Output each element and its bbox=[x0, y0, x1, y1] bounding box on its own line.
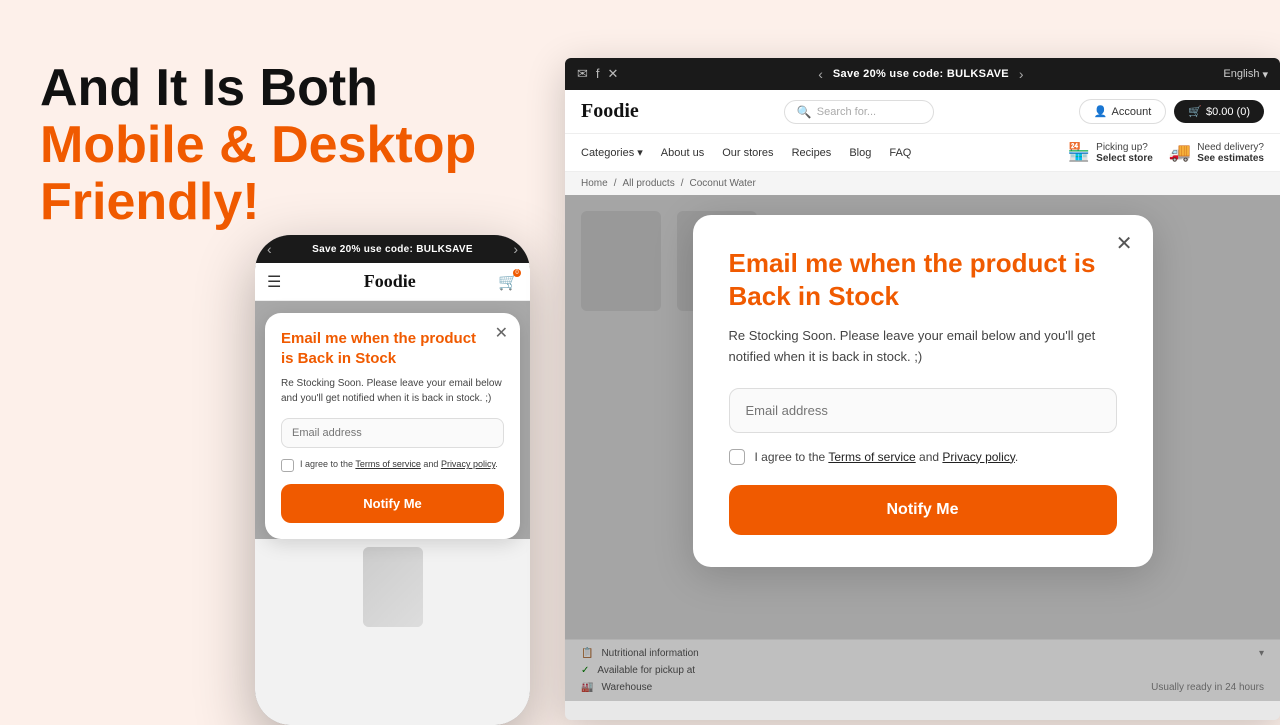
phone-modal: ✕ Email me when the product is Back in S… bbox=[265, 313, 520, 539]
facebook-icon: f bbox=[596, 66, 600, 82]
desktop-search-placeholder: Search for... bbox=[817, 106, 876, 118]
nav-recipes[interactable]: Recipes bbox=[792, 147, 832, 159]
nav-about-us[interactable]: About us bbox=[661, 147, 704, 159]
phone-notify-button[interactable]: Notify Me bbox=[281, 484, 504, 523]
desktop-modal-title: Email me when the product is Back in Sto… bbox=[729, 247, 1117, 312]
desktop-cart-icon: 🛒 bbox=[1188, 105, 1202, 118]
search-icon: 🔍 bbox=[797, 105, 812, 119]
phone-arrow-left[interactable]: ‹ bbox=[267, 241, 272, 257]
phone-modal-title: Email me when the product is Back in Sto… bbox=[281, 329, 504, 368]
desktop-mockup: ✉ f ✕ ‹ Save 20% use code: BULKSAVE › En… bbox=[565, 58, 1280, 720]
desktop-modal-description: Re Stocking Soon. Please leave your emai… bbox=[729, 326, 1117, 368]
mobile-mockup: ‹ Save 20% use code: BULKSAVE › ☰ Foodie… bbox=[255, 235, 530, 725]
account-icon: 👤 bbox=[1094, 105, 1108, 118]
phone-brand: Foodie bbox=[364, 271, 416, 292]
phone-product-image bbox=[363, 547, 423, 627]
desktop-social-icons: ✉ f ✕ bbox=[577, 66, 618, 82]
desktop-checkbox-label: I agree to the Terms of service and Priv… bbox=[755, 450, 1019, 464]
desktop-topbar-arrow-right[interactable]: › bbox=[1019, 66, 1024, 82]
breadcrumb-home[interactable]: Home bbox=[581, 178, 608, 189]
phone-topbar: ‹ Save 20% use code: BULKSAVE › bbox=[255, 235, 530, 263]
desktop-main-nav: Foodie 🔍 Search for... 👤 Account 🛒 $0.00… bbox=[565, 90, 1280, 134]
cart-badge-dot: 0 bbox=[513, 269, 521, 277]
phone-nav: ☰ Foodie 🛒 0 bbox=[255, 263, 530, 301]
desktop-modal: ✕ Email me when the product is Back in S… bbox=[693, 215, 1153, 567]
headline-line1: And It Is Both bbox=[40, 60, 520, 117]
chevron-down-icon: ▾ bbox=[1262, 68, 1268, 81]
nav-faq[interactable]: FAQ bbox=[889, 147, 911, 159]
delivery-icon: 🚚 bbox=[1169, 142, 1191, 163]
desktop-language-selector[interactable]: English ▾ bbox=[1223, 68, 1268, 81]
phone-bottom-content bbox=[255, 539, 530, 725]
desktop-cart-button[interactable]: 🛒 $0.00 (0) bbox=[1174, 100, 1264, 123]
desktop-modal-overlay: ✕ Email me when the product is Back in S… bbox=[565, 195, 1280, 701]
desktop-notify-button[interactable]: Notify Me bbox=[729, 485, 1117, 535]
desktop-brand: Foodie bbox=[581, 100, 639, 123]
phone-checkbox-label: I agree to the Terms of service and Priv… bbox=[300, 458, 498, 471]
pickup-info: 🏪 Picking up? Select store bbox=[1068, 142, 1153, 164]
phone-checkbox-row: I agree to the Terms of service and Priv… bbox=[281, 458, 504, 472]
phone-terms-checkbox[interactable] bbox=[281, 459, 294, 472]
desktop-secondary-nav: Categories ▾ About us Our stores Recipes… bbox=[565, 134, 1280, 172]
phone-email-input[interactable] bbox=[281, 418, 504, 448]
phone-promo-text: Save 20% use code: BULKSAVE bbox=[312, 244, 473, 255]
desktop-modal-close-button[interactable]: ✕ bbox=[1116, 231, 1133, 256]
desktop-breadcrumb: Home / All products / Coconut Water bbox=[565, 172, 1280, 195]
delivery-info: 🚚 Need delivery? See estimates bbox=[1169, 142, 1264, 164]
desktop-nav-links: Categories ▾ About us Our stores Recipes… bbox=[581, 146, 911, 159]
desktop-delivery-info: 🏪 Picking up? Select store 🚚 Need delive… bbox=[1068, 142, 1264, 164]
desktop-topbar: ✉ f ✕ ‹ Save 20% use code: BULKSAVE › En… bbox=[565, 58, 1280, 90]
pickup-icon: 🏪 bbox=[1068, 142, 1090, 163]
hamburger-icon[interactable]: ☰ bbox=[267, 272, 281, 292]
desktop-email-input[interactable] bbox=[729, 388, 1117, 433]
phone-modal-close-button[interactable]: ✕ bbox=[495, 323, 508, 343]
desktop-nav-actions: 👤 Account 🛒 $0.00 (0) bbox=[1079, 99, 1264, 124]
phone-modal-overlay: ✕ Email me when the product is Back in S… bbox=[255, 301, 530, 539]
nav-our-stores[interactable]: Our stores bbox=[722, 147, 773, 159]
left-panel: And It Is Both Mobile & Desktop Friendly… bbox=[40, 60, 520, 232]
breadcrumb-sep2: / bbox=[681, 178, 684, 189]
cart-icon-wrapper[interactable]: 🛒 0 bbox=[498, 272, 518, 292]
desktop-account-button[interactable]: 👤 Account bbox=[1079, 99, 1166, 124]
email-icon: ✉ bbox=[577, 66, 588, 82]
headline-line2: Mobile & Desktop bbox=[40, 117, 520, 174]
headline-line3: Friendly! bbox=[40, 174, 520, 231]
breadcrumb-sep1: / bbox=[614, 178, 617, 189]
phone-arrow-right[interactable]: › bbox=[513, 241, 518, 257]
phone-modal-description: Re Stocking Soon. Please leave your emai… bbox=[281, 376, 504, 406]
twitter-icon: ✕ bbox=[608, 66, 619, 82]
desktop-search-bar[interactable]: 🔍 Search for... bbox=[784, 100, 934, 124]
nav-categories[interactable]: Categories ▾ bbox=[581, 146, 643, 159]
desktop-terms-checkbox[interactable] bbox=[729, 449, 745, 465]
desktop-promo-text: Save 20% use code: BULKSAVE bbox=[833, 68, 1009, 80]
breadcrumb-current: Coconut Water bbox=[690, 178, 756, 189]
desktop-topbar-arrow-left[interactable]: ‹ bbox=[818, 66, 823, 82]
nav-blog[interactable]: Blog bbox=[849, 147, 871, 159]
desktop-checkbox-row: I agree to the Terms of service and Priv… bbox=[729, 449, 1117, 465]
breadcrumb-all-products[interactable]: All products bbox=[622, 178, 674, 189]
desktop-content-area: 📋 Nutritional information ▾ ✓ Available … bbox=[565, 195, 1280, 701]
